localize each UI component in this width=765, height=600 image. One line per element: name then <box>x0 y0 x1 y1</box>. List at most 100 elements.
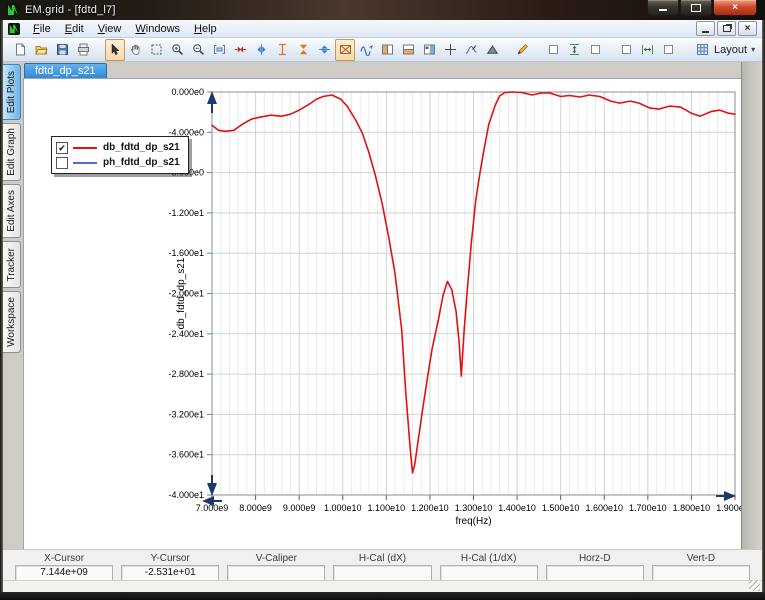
zoom-x-extent-button[interactable] <box>210 39 230 61</box>
document-tab[interactable]: fdtd_dp_s21 <box>24 63 107 79</box>
overlay-pane-button[interactable] <box>419 39 439 61</box>
y-axis-tick-label: 0.000e0 <box>171 87 204 97</box>
open-file-icon <box>35 43 48 56</box>
x-axis-tick-label: 1.300e10 <box>455 503 493 513</box>
pan-hand-button[interactable] <box>126 39 146 61</box>
zoom-in-button[interactable] <box>168 39 188 61</box>
select-cursor-button[interactable] <box>105 39 125 61</box>
mdi-minimize-icon <box>702 31 709 33</box>
menu-windows[interactable]: Windows <box>128 22 187 36</box>
edit-pencil-button[interactable] <box>513 39 533 61</box>
plot-legend[interactable]: ✔db_fdtd_dp_s21ph_fdtd_dp_s21 <box>51 136 189 174</box>
sidebar-tab-workspace[interactable]: Workspace <box>3 291 21 353</box>
x-axis-tick-label: 1.600e10 <box>585 503 623 513</box>
mdi-close-icon: × <box>745 24 751 34</box>
status-field-value <box>333 565 431 581</box>
status-field-label: H-Cal (1/dX) <box>440 551 538 565</box>
toolbar-separator <box>679 40 689 60</box>
fit-vertical-button[interactable] <box>272 39 292 61</box>
expand-vertical-button[interactable] <box>314 39 334 61</box>
menu-edit[interactable]: Edit <box>58 22 91 36</box>
autoscale-box-button[interactable] <box>335 39 355 61</box>
x-axis-tick-label: 1.500e10 <box>542 503 580 513</box>
split-horizontal-icon <box>402 43 415 56</box>
peak-marker-button[interactable] <box>482 39 502 61</box>
status-field-label: Y-Cursor <box>121 551 219 565</box>
print-button[interactable] <box>74 39 94 61</box>
open-file-button[interactable] <box>32 39 52 61</box>
status-field-value: -2.531e+01 <box>121 565 219 581</box>
zoom-out-button[interactable] <box>189 39 209 61</box>
save-icon <box>56 43 69 56</box>
tracker-curve-button[interactable] <box>461 39 481 61</box>
mdi-restore-icon <box>723 25 731 32</box>
sidebar-tab-edit-axes[interactable]: Edit Axes <box>3 184 21 238</box>
close-button[interactable]: × <box>713 0 757 16</box>
horizontal-extent-icon <box>641 43 654 56</box>
plot-canvas[interactable]: 7.000e98.000e99.000e91.000e101.100e101.2… <box>23 78 742 567</box>
status-field-label: Vert-D <box>652 551 750 565</box>
collapse-vertical-button[interactable] <box>293 39 313 61</box>
status-field-label: X-Cursor <box>15 551 113 565</box>
vertical-extent-icon <box>568 43 581 56</box>
y-axis-tick-label: -3.200e1 <box>168 409 204 419</box>
smooth-wave-button[interactable] <box>356 39 376 61</box>
maximize-icon <box>691 4 701 12</box>
layout-dropdown-button[interactable]: Layout▾ <box>689 39 762 61</box>
status-field-value <box>652 565 750 581</box>
resize-grip[interactable] <box>749 580 760 591</box>
legend-row: ph_fdtd_dp_s21 <box>56 155 180 170</box>
x-axis-tick-label: 1.200e10 <box>411 503 449 513</box>
select-cursor-icon <box>108 43 121 56</box>
minimize-icon <box>659 9 667 11</box>
edit-pencil-icon <box>516 43 529 56</box>
collapse-vertical-icon <box>297 43 310 56</box>
mdi-minimize-button[interactable] <box>696 21 715 36</box>
smooth-wave-icon <box>360 43 373 56</box>
sidebar-tab-edit-plots[interactable]: Edit Plots <box>3 64 21 120</box>
work-area: Edit Plots Edit Graph Edit Axes Tracker Work… <box>3 62 762 567</box>
sidebar-tab-tracker[interactable]: Tracker <box>3 241 21 288</box>
y-axis-tick-label: -1.200e1 <box>168 208 204 218</box>
zoom-window-button[interactable] <box>147 39 167 61</box>
print-icon <box>77 43 90 56</box>
new-document-button[interactable] <box>11 39 31 61</box>
menu-view[interactable]: View <box>91 22 129 36</box>
mdi-close-button[interactable]: × <box>738 21 757 36</box>
checkbox-icon <box>589 43 602 56</box>
crosshair-button[interactable] <box>440 39 460 61</box>
horizontal-extent-button[interactable] <box>637 39 657 61</box>
save-button[interactable] <box>53 39 73 61</box>
toolbar-separator <box>95 40 105 60</box>
vertical-extent-button[interactable] <box>565 39 585 61</box>
maximize-button[interactable] <box>680 0 712 16</box>
sidebar-tab-edit-graph[interactable]: Edit Graph <box>3 123 21 181</box>
status-field-label: Horz-D <box>546 551 644 565</box>
checked-checkbox-icon[interactable]: ✔ <box>56 142 68 154</box>
unchecked-checkbox-icon[interactable] <box>56 157 68 169</box>
legend-row: ✔db_fdtd_dp_s21 <box>56 140 180 155</box>
menu-help[interactable]: Help <box>187 22 224 36</box>
status-field-label: V-Caliper <box>227 551 325 565</box>
menu-file[interactable]: File <box>26 22 58 36</box>
split-vertical-icon <box>381 43 394 56</box>
new-document-icon <box>14 43 27 56</box>
x-axis-tick-label: 9.000e9 <box>283 503 316 513</box>
expand-horizontal-button[interactable] <box>251 39 271 61</box>
checkbox-button[interactable] <box>586 39 606 61</box>
split-vertical-button[interactable] <box>377 39 397 61</box>
titlebar[interactable]: EM.grid - [fdtd_l7] × <box>0 0 765 20</box>
split-horizontal-button[interactable] <box>398 39 418 61</box>
toolbar: Layout▾ <box>3 38 762 62</box>
checkbox-button[interactable] <box>658 39 678 61</box>
mdi-restore-button[interactable] <box>717 21 736 36</box>
sidebar-tab-label: Edit Axes <box>6 190 17 232</box>
checkbox-button[interactable] <box>544 39 564 61</box>
minimize-button[interactable] <box>647 0 679 16</box>
toolbar-separator <box>503 40 513 60</box>
x-axis-tick-label: 1.800e10 <box>673 503 711 513</box>
checkbox-button[interactable] <box>616 39 636 61</box>
x-axis-tick-label: 1.100e10 <box>368 503 406 513</box>
toolbar-separator <box>534 40 544 60</box>
collapse-horizontal-button[interactable] <box>230 39 250 61</box>
